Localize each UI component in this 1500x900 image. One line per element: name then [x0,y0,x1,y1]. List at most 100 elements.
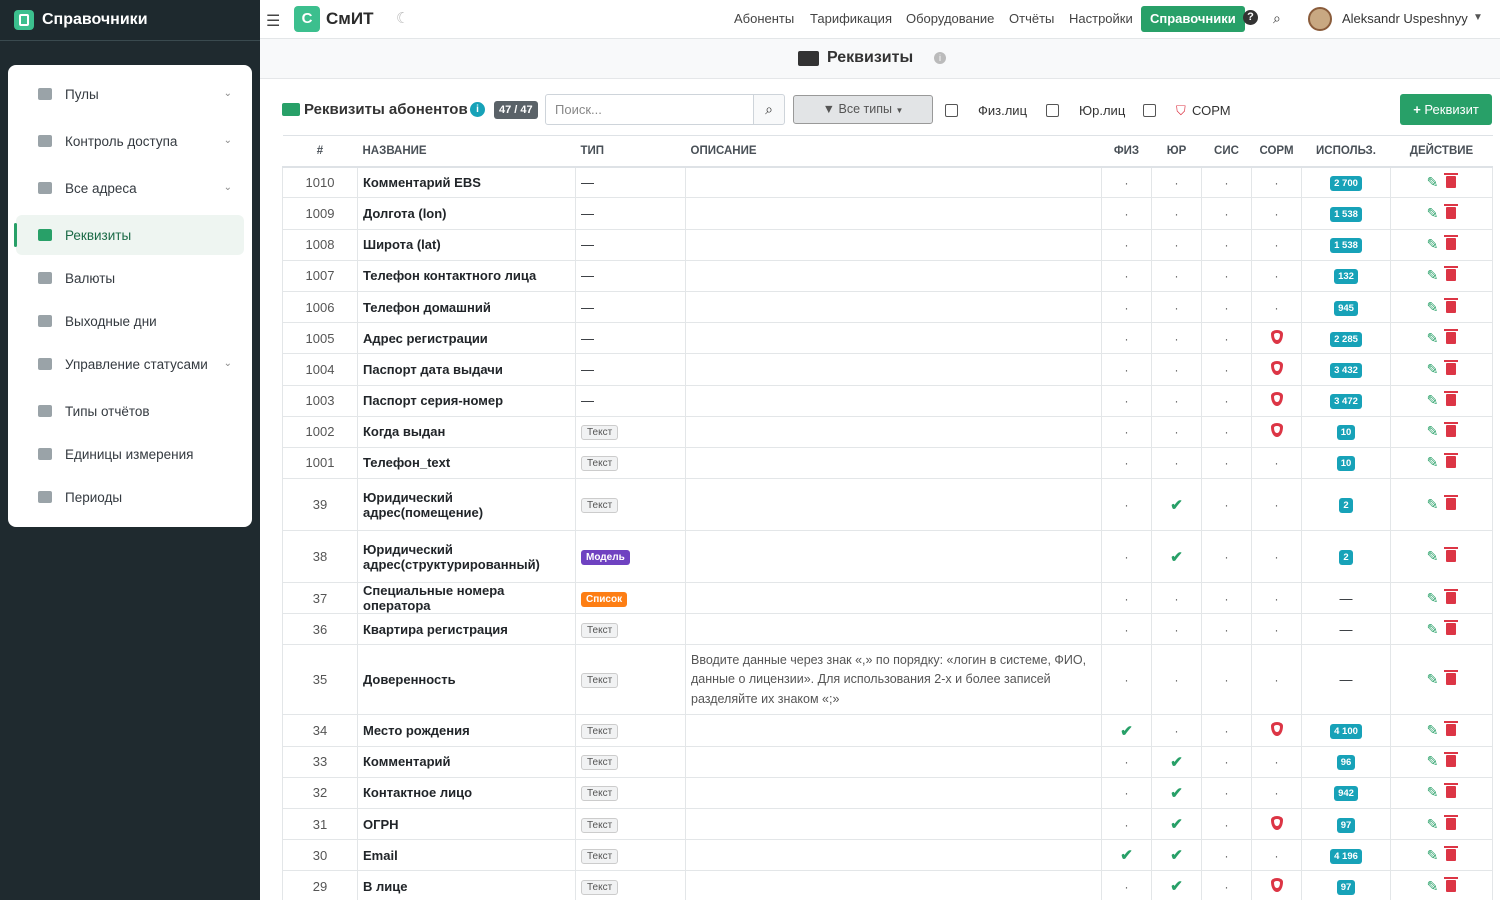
delete-icon[interactable] [1444,266,1459,282]
edit-icon[interactable]: ✎ [1427,548,1439,564]
sidebar-item-0[interactable]: Пулы ⌄ [16,74,244,114]
moon-icon[interactable]: ☾ [396,9,409,27]
delete-icon[interactable] [1444,235,1459,251]
delete-icon[interactable] [1444,752,1459,768]
sidebar-item-9[interactable]: Периоды [16,477,244,517]
edit-icon[interactable]: ✎ [1427,671,1439,687]
sidebar-item-1[interactable]: Контроль доступа ⌄ [16,121,244,161]
search-button[interactable]: ⌕ [753,94,785,125]
edit-icon[interactable]: ✎ [1427,722,1439,738]
edit-icon[interactable]: ✎ [1427,753,1439,769]
phys-checkbox[interactable] [945,104,958,117]
delete-icon[interactable] [1444,588,1459,604]
sidebar-item-5[interactable]: Выходные дни [16,301,244,341]
used-count-badge[interactable]: 4 196 [1330,848,1362,864]
used-count-badge[interactable]: 2 [1339,498,1353,514]
type-filter-dropdown[interactable]: ▼ Все типы ▼ [793,95,933,124]
sidebar-item-6[interactable]: Управление статусами ⌄ [16,344,244,384]
edit-icon[interactable]: ✎ [1427,205,1439,221]
delete-icon[interactable] [1444,670,1459,686]
edit-icon[interactable]: ✎ [1427,496,1439,512]
delete-icon[interactable] [1444,495,1459,511]
add-requisite-button[interactable]: + Реквизит [1400,94,1492,125]
delete-icon[interactable] [1444,328,1459,344]
col-header-sorm[interactable]: СОРМ [1251,134,1302,168]
col-header-used[interactable]: ИСПОЛЬЗ. [1301,134,1391,168]
delete-icon[interactable] [1444,453,1459,469]
search-input[interactable] [545,94,754,125]
edit-icon[interactable]: ✎ [1427,423,1439,439]
sorm-checkbox[interactable] [1143,104,1156,117]
used-count-badge[interactable]: 3 472 [1330,394,1362,410]
used-count-badge[interactable]: 1 538 [1330,238,1362,254]
chevron-down-icon[interactable]: ⌄ [224,88,232,99]
used-count-badge[interactable]: 2 285 [1330,331,1362,347]
sidebar-brand[interactable]: Справочники [0,0,260,41]
used-count-badge[interactable]: 2 [1339,550,1353,566]
used-count-badge[interactable]: 132 [1334,269,1358,285]
delete-icon[interactable] [1444,876,1459,892]
chevron-down-icon[interactable]: ⌄ [224,135,232,146]
app-logo-text[interactable]: СмИТ [326,9,373,29]
delete-icon[interactable] [1444,297,1459,313]
chevron-down-icon[interactable]: ⌄ [224,182,232,193]
edit-icon[interactable]: ✎ [1427,361,1439,377]
used-count-badge[interactable]: 1 538 [1330,206,1362,222]
app-logo[interactable]: С [294,6,320,32]
edit-icon[interactable]: ✎ [1427,454,1439,470]
used-count-badge[interactable]: 97 [1336,817,1356,833]
search-icon[interactable]: ⌕ [1273,10,1281,27]
edit-icon[interactable]: ✎ [1427,784,1439,800]
col-header-jur[interactable]: ЮР [1151,134,1202,168]
chevron-down-icon[interactable]: ⌄ [224,358,232,369]
delete-icon[interactable] [1444,173,1459,189]
delete-icon[interactable] [1444,359,1459,375]
edit-icon[interactable]: ✎ [1427,267,1439,283]
edit-icon[interactable]: ✎ [1427,847,1439,863]
jur-checkbox[interactable] [1046,104,1059,117]
col-header-id[interactable]: # [282,134,358,168]
hamburger-icon[interactable]: ☰ [266,11,280,31]
edit-icon[interactable]: ✎ [1427,392,1439,408]
edit-icon[interactable]: ✎ [1427,590,1439,606]
sidebar-item-4[interactable]: Валюты [16,258,244,298]
nav-subscribers[interactable]: Абоненты [734,11,794,26]
nav-equipment[interactable]: Оборудование [906,11,994,26]
avatar[interactable] [1308,7,1332,31]
sidebar-item-7[interactable]: Типы отчётов [16,391,244,431]
chevron-down-icon[interactable]: ▼ [1473,12,1483,23]
user-name[interactable]: Aleksandr Uspeshnyy [1342,11,1468,26]
used-count-badge[interactable]: 10 [1336,456,1356,472]
delete-icon[interactable] [1444,845,1459,861]
col-header-name[interactable]: НАЗВАНИЕ [357,134,576,168]
edit-icon[interactable]: ✎ [1427,299,1439,315]
used-count-badge[interactable]: 3 432 [1330,362,1362,378]
used-count-badge[interactable]: 97 [1336,879,1356,895]
info-icon[interactable]: i [470,102,485,117]
info-icon[interactable]: i [934,52,946,64]
delete-icon[interactable] [1444,619,1459,635]
help-icon[interactable]: ? [1243,10,1258,25]
nav-settings[interactable]: Настройки [1069,11,1133,26]
edit-icon[interactable]: ✎ [1427,330,1439,346]
edit-icon[interactable]: ✎ [1427,621,1439,637]
delete-icon[interactable] [1444,391,1459,407]
used-count-badge[interactable]: 96 [1336,755,1356,771]
delete-icon[interactable] [1444,547,1459,563]
sidebar-item-8[interactable]: Единицы измерения [16,434,244,474]
sidebar-item-3[interactable]: Реквизиты [14,215,244,255]
col-header-desc[interactable]: ОПИСАНИЕ [685,134,1102,168]
delete-icon[interactable] [1444,422,1459,438]
col-header-type[interactable]: ТИП [575,134,686,168]
edit-icon[interactable]: ✎ [1427,236,1439,252]
nav-directories[interactable]: Справочники [1141,6,1245,32]
used-count-badge[interactable]: 942 [1334,786,1358,802]
delete-icon[interactable] [1444,721,1459,737]
col-header-fiz[interactable]: ФИЗ [1101,134,1152,168]
edit-icon[interactable]: ✎ [1427,816,1439,832]
used-count-badge[interactable]: 2 700 [1330,176,1362,192]
col-header-sis[interactable]: СИС [1201,134,1252,168]
edit-icon[interactable]: ✎ [1427,878,1439,894]
edit-icon[interactable]: ✎ [1427,174,1439,190]
delete-icon[interactable] [1444,783,1459,799]
